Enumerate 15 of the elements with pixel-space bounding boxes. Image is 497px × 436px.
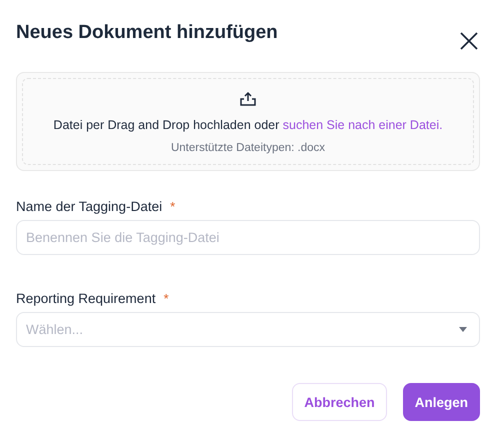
- create-button[interactable]: Anlegen: [402, 383, 480, 421]
- supported-types-hint: Unterstützte Dateitypen: .docx: [170, 142, 326, 154]
- caret-icon: [459, 327, 467, 332]
- close-icon[interactable]: [458, 30, 480, 52]
- browse-file-link[interactable]: suchen Sie nach einer Datei.: [282, 118, 443, 132]
- upload-dropzone[interactable]: Datei per Drag and Drop hochladen oder suchen Sie nach einer Datei. Unterstützte Dateitypen: .docx: [16, 72, 480, 171]
- field-label: Name der Tagging-Datei: [16, 199, 162, 214]
- name-input-field[interactable]: Benennen Sie die Tagging-Datei: [16, 220, 480, 255]
- required-mark: *: [164, 291, 169, 306]
- field-label: Reporting Requirement: [16, 291, 156, 306]
- required-mark: *: [170, 199, 176, 214]
- dialog-title: Neues Dokument hinzufügen: [16, 21, 278, 44]
- upload-icon: [239, 91, 257, 107]
- cancel-button[interactable]: Abbrechen: [292, 383, 387, 421]
- upload-instructions: Datei per Drag and Drop hochladen oder suchen Sie nach einer Datei.: [53, 118, 443, 132]
